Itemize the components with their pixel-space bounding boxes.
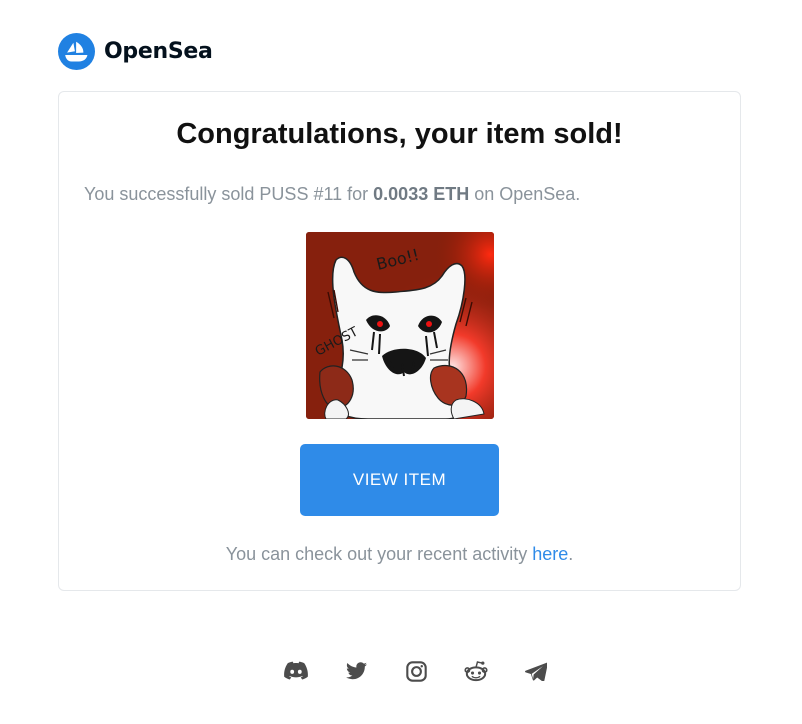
view-item-button[interactable]: VIEW ITEM (300, 444, 499, 516)
activity-message: You can check out your recent activity h… (59, 544, 740, 565)
discord-icon (284, 661, 308, 680)
nft-artwork-image[interactable]: Boo!! GHOST (306, 232, 494, 419)
email-page: OpenSea Congratulations, your item sold!… (0, 0, 802, 724)
opensea-logo-icon (58, 33, 95, 70)
discord-link[interactable] (266, 658, 326, 684)
card-title: Congratulations, your item sold! (176, 118, 623, 150)
sale-message-prefix: You successfully sold PUSS #11 for (84, 184, 374, 204)
social-links (266, 658, 566, 684)
telegram-link[interactable] (506, 658, 566, 684)
twitter-link[interactable] (326, 658, 386, 684)
reddit-link[interactable] (446, 658, 506, 684)
sale-message-suffix: on OpenSea. (469, 184, 581, 204)
activity-message-prefix: You can check out your recent activity (225, 544, 533, 564)
brand-header[interactable]: OpenSea (58, 33, 213, 70)
brand-name: OpenSea (104, 39, 213, 64)
twitter-icon (345, 662, 367, 680)
telegram-icon (525, 662, 547, 681)
reddit-icon (464, 661, 488, 682)
sale-message: You successfully sold PUSS #11 for 0.003… (84, 184, 580, 205)
instagram-link[interactable] (386, 658, 446, 684)
activity-link[interactable]: here (532, 544, 568, 564)
sale-notification-card: Congratulations, your item sold! You suc… (58, 91, 741, 591)
activity-message-suffix: . (568, 544, 574, 564)
sale-price: 0.0033 ETH (373, 184, 470, 204)
instagram-icon (405, 660, 427, 682)
